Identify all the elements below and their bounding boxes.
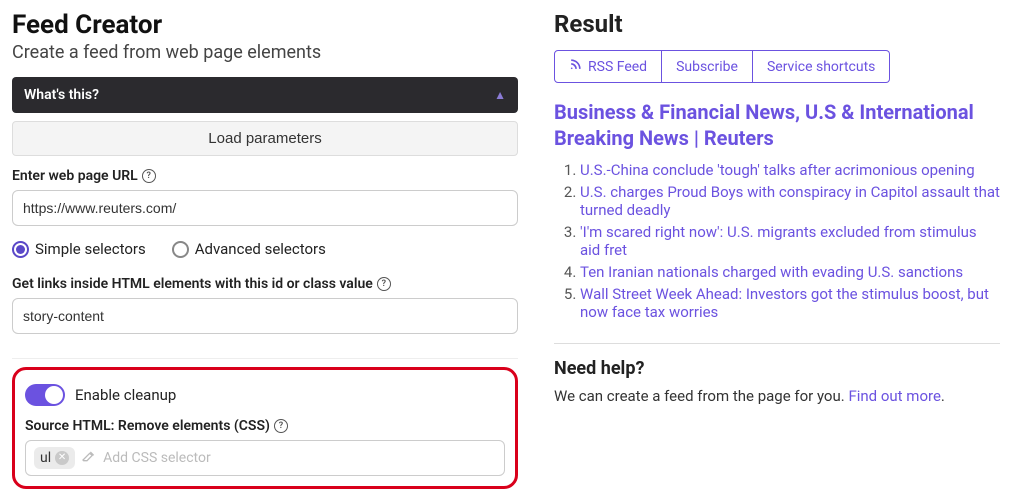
css-chip-ul[interactable]: ul ✕ (34, 447, 75, 469)
enable-cleanup-label: Enable cleanup (75, 386, 176, 404)
simple-selectors-radio[interactable]: Simple selectors (12, 240, 146, 258)
css-chip-label: ul (40, 450, 51, 466)
feed-item-link[interactable]: Ten Iranian nationals charged with evadi… (580, 263, 963, 281)
help-icon[interactable]: ? (377, 277, 391, 291)
need-help-title: Need help? (554, 358, 1000, 379)
page-title: Feed Creator (12, 10, 518, 40)
whats-this-accordion[interactable]: What's this? ▲ (12, 77, 518, 113)
list-item: 'I'm scared right now': U.S. migrants ex… (580, 223, 1000, 259)
close-icon[interactable]: ✕ (55, 451, 69, 465)
chevron-up-icon: ▲ (494, 88, 506, 102)
rss-icon (569, 58, 582, 75)
advanced-selectors-label: Advanced selectors (195, 240, 326, 258)
separator (554, 343, 1000, 344)
help-icon[interactable]: ? (274, 419, 288, 433)
list-item: U.S.-China conclude 'tough' talks after … (580, 161, 1000, 179)
css-selector-input[interactable]: ul ✕ Add CSS selector (25, 440, 505, 476)
url-label-text: Enter web page URL (12, 168, 138, 184)
css-placeholder: Add CSS selector (103, 450, 211, 466)
page-subtitle: Create a feed from web page elements (12, 42, 518, 63)
links-field-label: Get links inside HTML elements with this… (12, 276, 518, 292)
find-out-more-link[interactable]: Find out more (848, 387, 940, 405)
service-shortcuts-button[interactable]: Service shortcuts (753, 50, 890, 83)
remove-elements-label: Source HTML: Remove elements (CSS) ? (25, 418, 505, 434)
feed-source-title[interactable]: Business & Financial News, U.S & Interna… (554, 99, 1000, 151)
list-item: Wall Street Week Ahead: Investors got th… (580, 285, 1000, 321)
list-item: U.S. charges Proud Boys with conspiracy … (580, 183, 1000, 219)
feed-item-list: U.S.-China conclude 'tough' talks after … (554, 161, 1000, 321)
result-button-row: RSS Feed Subscribe Service shortcuts (554, 50, 1000, 83)
whats-this-label: What's this? (24, 87, 99, 103)
remove-elements-label-text: Source HTML: Remove elements (CSS) (25, 418, 270, 434)
rss-feed-button[interactable]: RSS Feed (554, 50, 662, 83)
period: . (941, 387, 945, 405)
list-item: Ten Iranian nationals charged with evadi… (580, 263, 1000, 281)
radio-unselected-icon (172, 241, 189, 258)
rss-feed-label: RSS Feed (588, 59, 647, 75)
feed-item-link[interactable]: 'I'm scared right now': U.S. migrants ex… (580, 223, 977, 259)
feed-item-link[interactable]: U.S.-China conclude 'tough' talks after … (580, 161, 975, 179)
feed-item-link[interactable]: Wall Street Week Ahead: Investors got th… (580, 285, 989, 321)
cleanup-highlight-box: Enable cleanup Source HTML: Remove eleme… (12, 367, 518, 489)
advanced-selectors-radio[interactable]: Advanced selectors (172, 240, 326, 258)
url-input[interactable] (12, 190, 518, 226)
url-field-label: Enter web page URL ? (12, 168, 518, 184)
simple-selectors-label: Simple selectors (35, 240, 146, 258)
links-input[interactable] (12, 298, 518, 334)
eraser-icon[interactable] (81, 448, 97, 468)
load-parameters-button[interactable]: Load parameters (12, 121, 518, 156)
help-icon[interactable]: ? (142, 169, 156, 183)
radio-selected-icon (12, 241, 29, 258)
need-help-text: We can create a feed from the page for y… (554, 387, 1000, 405)
subscribe-label: Subscribe (676, 59, 738, 75)
result-title: Result (554, 10, 1000, 38)
enable-cleanup-toggle[interactable] (25, 384, 65, 406)
service-shortcuts-label: Service shortcuts (767, 59, 875, 75)
subscribe-button[interactable]: Subscribe (662, 50, 753, 83)
links-label-text: Get links inside HTML elements with this… (12, 276, 373, 292)
separator (12, 358, 518, 359)
need-help-body: We can create a feed from the page for y… (554, 387, 848, 405)
feed-item-link[interactable]: U.S. charges Proud Boys with conspiracy … (580, 183, 1000, 219)
